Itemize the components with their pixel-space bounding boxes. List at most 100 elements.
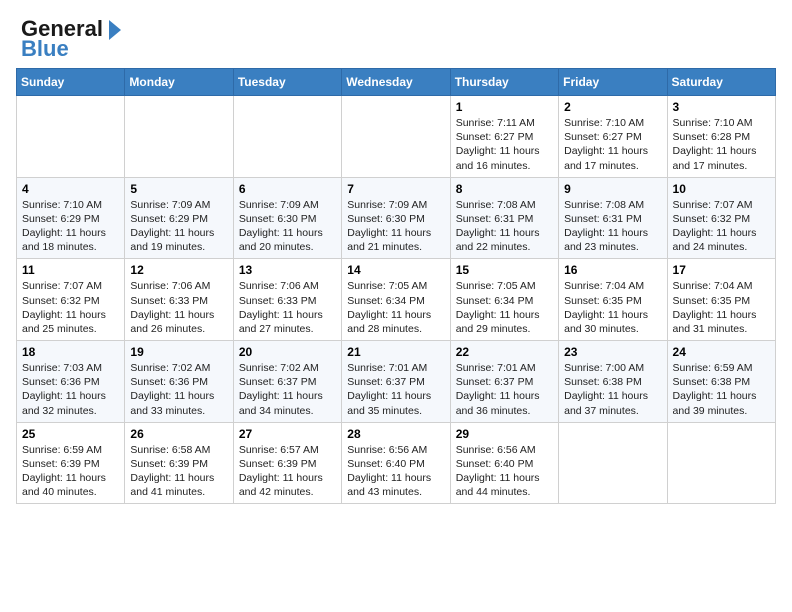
calendar-cell: 19Sunrise: 7:02 AM Sunset: 6:36 PM Dayli…	[125, 341, 233, 423]
day-info: Sunrise: 7:06 AM Sunset: 6:33 PM Dayligh…	[130, 279, 227, 336]
day-info: Sunrise: 7:01 AM Sunset: 6:37 PM Dayligh…	[347, 361, 444, 418]
day-number: 9	[564, 182, 661, 196]
day-number: 29	[456, 427, 553, 441]
day-info: Sunrise: 7:03 AM Sunset: 6:36 PM Dayligh…	[22, 361, 119, 418]
calendar-cell: 20Sunrise: 7:02 AM Sunset: 6:37 PM Dayli…	[233, 341, 341, 423]
calendar-cell: 17 Sunrise: 7:04 AM Sunset: 6:35 PM Dayli…	[667, 259, 775, 341]
day-number: 23	[564, 345, 661, 359]
day-number: 18	[22, 345, 119, 359]
day-number: 17	[673, 263, 770, 277]
day-info: Sunrise: 6:57 AM Sunset: 6:39 PM Dayligh…	[239, 443, 336, 500]
calendar-cell: 21 Sunrise: 7:01 AM Sunset: 6:37 PM Dayli…	[342, 341, 450, 423]
calendar-cell: 29 Sunrise: 6:56 AM Sunset: 6:40 PM Dayli…	[450, 422, 558, 504]
day-info: Sunrise: 7:07 AM Sunset: 6:32 PM Dayligh…	[22, 279, 119, 336]
day-number: 19	[130, 345, 227, 359]
day-number: 27	[239, 427, 336, 441]
calendar-cell: 15 Sunrise: 7:05 AM Sunset: 6:34 PM Dayli…	[450, 259, 558, 341]
calendar-week-row: 4 Sunrise: 7:10 AM Sunset: 6:29 PM Daylig…	[17, 177, 776, 259]
day-info: Sunrise: 6:56 AM Sunset: 6:40 PM Dayligh…	[456, 443, 553, 500]
day-number: 16	[564, 263, 661, 277]
calendar-table: SundayMondayTuesdayWednesdayThursdayFrid…	[16, 68, 776, 504]
day-number: 4	[22, 182, 119, 196]
weekday-header-row: SundayMondayTuesdayWednesdayThursdayFrid…	[17, 69, 776, 96]
weekday-header: Saturday	[667, 69, 775, 96]
calendar-cell: 4 Sunrise: 7:10 AM Sunset: 6:29 PM Daylig…	[17, 177, 125, 259]
weekday-header: Thursday	[450, 69, 558, 96]
day-info: Sunrise: 7:09 AM Sunset: 6:30 PM Dayligh…	[239, 198, 336, 255]
day-number: 6	[239, 182, 336, 196]
svg-text:Blue: Blue	[21, 36, 69, 60]
day-number: 28	[347, 427, 444, 441]
day-info: Sunrise: 7:08 AM Sunset: 6:31 PM Dayligh…	[564, 198, 661, 255]
day-number: 20	[239, 345, 336, 359]
calendar-cell	[342, 96, 450, 178]
calendar-cell: 7 Sunrise: 7:09 AM Sunset: 6:30 PM Daylig…	[342, 177, 450, 259]
calendar-week-row: 11 Sunrise: 7:07 AM Sunset: 6:32 PM Dayli…	[17, 259, 776, 341]
calendar-cell: 9 Sunrise: 7:08 AM Sunset: 6:31 PM Daylig…	[559, 177, 667, 259]
day-info: Sunrise: 6:58 AM Sunset: 6:39 PM Dayligh…	[130, 443, 227, 500]
day-number: 22	[456, 345, 553, 359]
day-number: 11	[22, 263, 119, 277]
logo-svg: General Blue	[16, 16, 126, 60]
day-number: 8	[456, 182, 553, 196]
calendar-cell	[17, 96, 125, 178]
day-number: 2	[564, 100, 661, 114]
weekday-header: Wednesday	[342, 69, 450, 96]
calendar-cell: 25 Sunrise: 6:59 AM Sunset: 6:39 PM Dayli…	[17, 422, 125, 504]
calendar-cell: 27 Sunrise: 6:57 AM Sunset: 6:39 PM Dayli…	[233, 422, 341, 504]
day-info: Sunrise: 7:06 AM Sunset: 6:33 PM Dayligh…	[239, 279, 336, 336]
logo: General Blue	[16, 16, 126, 60]
calendar-cell: 5 Sunrise: 7:09 AM Sunset: 6:29 PM Daylig…	[125, 177, 233, 259]
day-number: 7	[347, 182, 444, 196]
calendar-cell: 23 Sunrise: 7:00 AM Sunset: 6:38 PM Dayli…	[559, 341, 667, 423]
day-info: Sunrise: 7:11 AM Sunset: 6:27 PM Dayligh…	[456, 116, 553, 173]
calendar-cell: 28 Sunrise: 6:56 AM Sunset: 6:40 PM Dayli…	[342, 422, 450, 504]
calendar-cell: 24Sunrise: 6:59 AM Sunset: 6:38 PM Dayli…	[667, 341, 775, 423]
calendar-week-row: 18 Sunrise: 7:03 AM Sunset: 6:36 PM Dayli…	[17, 341, 776, 423]
calendar-cell: 3Sunrise: 7:10 AM Sunset: 6:28 PM Daylig…	[667, 96, 775, 178]
day-number: 1	[456, 100, 553, 114]
day-info: Sunrise: 7:05 AM Sunset: 6:34 PM Dayligh…	[456, 279, 553, 336]
day-number: 21	[347, 345, 444, 359]
day-number: 24	[673, 345, 770, 359]
weekday-header: Sunday	[17, 69, 125, 96]
day-number: 15	[456, 263, 553, 277]
calendar-week-row: 1 Sunrise: 7:11 AM Sunset: 6:27 PM Daylig…	[17, 96, 776, 178]
day-info: Sunrise: 7:10 AM Sunset: 6:27 PM Dayligh…	[564, 116, 661, 173]
day-info: Sunrise: 7:00 AM Sunset: 6:38 PM Dayligh…	[564, 361, 661, 418]
weekday-header: Tuesday	[233, 69, 341, 96]
day-info: Sunrise: 7:09 AM Sunset: 6:29 PM Dayligh…	[130, 198, 227, 255]
calendar-cell: 12 Sunrise: 7:06 AM Sunset: 6:33 PM Dayli…	[125, 259, 233, 341]
calendar-cell: 13 Sunrise: 7:06 AM Sunset: 6:33 PM Dayli…	[233, 259, 341, 341]
calendar-cell: 1 Sunrise: 7:11 AM Sunset: 6:27 PM Daylig…	[450, 96, 558, 178]
day-info: Sunrise: 7:04 AM Sunset: 6:35 PM Dayligh…	[673, 279, 770, 336]
day-number: 5	[130, 182, 227, 196]
calendar-cell: 18 Sunrise: 7:03 AM Sunset: 6:36 PM Dayli…	[17, 341, 125, 423]
calendar-cell: 2 Sunrise: 7:10 AM Sunset: 6:27 PM Daylig…	[559, 96, 667, 178]
calendar-cell	[125, 96, 233, 178]
day-info: Sunrise: 6:59 AM Sunset: 6:39 PM Dayligh…	[22, 443, 119, 500]
calendar-cell: 6 Sunrise: 7:09 AM Sunset: 6:30 PM Daylig…	[233, 177, 341, 259]
weekday-header: Friday	[559, 69, 667, 96]
calendar-cell	[559, 422, 667, 504]
day-number: 14	[347, 263, 444, 277]
calendar-cell: 10Sunrise: 7:07 AM Sunset: 6:32 PM Dayli…	[667, 177, 775, 259]
calendar-cell: 14Sunrise: 7:05 AM Sunset: 6:34 PM Dayli…	[342, 259, 450, 341]
calendar-week-row: 25 Sunrise: 6:59 AM Sunset: 6:39 PM Dayli…	[17, 422, 776, 504]
calendar-cell	[233, 96, 341, 178]
calendar-cell: 22 Sunrise: 7:01 AM Sunset: 6:37 PM Dayli…	[450, 341, 558, 423]
day-number: 10	[673, 182, 770, 196]
day-info: Sunrise: 7:09 AM Sunset: 6:30 PM Dayligh…	[347, 198, 444, 255]
weekday-header: Monday	[125, 69, 233, 96]
calendar-cell	[667, 422, 775, 504]
day-info: Sunrise: 7:04 AM Sunset: 6:35 PM Dayligh…	[564, 279, 661, 336]
page-header: General Blue	[16, 16, 776, 60]
day-info: Sunrise: 6:56 AM Sunset: 6:40 PM Dayligh…	[347, 443, 444, 500]
day-number: 3	[673, 100, 770, 114]
day-number: 25	[22, 427, 119, 441]
day-number: 13	[239, 263, 336, 277]
day-info: Sunrise: 7:01 AM Sunset: 6:37 PM Dayligh…	[456, 361, 553, 418]
day-info: Sunrise: 7:10 AM Sunset: 6:29 PM Dayligh…	[22, 198, 119, 255]
day-number: 12	[130, 263, 227, 277]
day-info: Sunrise: 7:08 AM Sunset: 6:31 PM Dayligh…	[456, 198, 553, 255]
